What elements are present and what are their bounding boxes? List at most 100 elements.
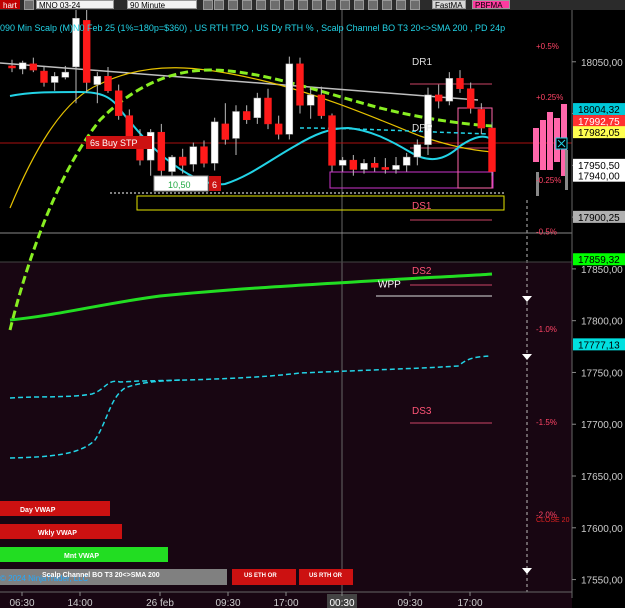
instrument-selector[interactable]: MNQ 03-24 bbox=[36, 0, 114, 9]
weekly-vwap-label: Wkly VWAP bbox=[38, 530, 77, 537]
candle-body bbox=[285, 63, 294, 135]
candle-body bbox=[488, 127, 496, 172]
us-rth-or-label: US RTH OR bbox=[309, 573, 343, 579]
chart-title: 090 Min Scalp (M)N0 Feb 25 (1%=180p=$360… bbox=[0, 23, 505, 33]
time-tick-label: 09:30 bbox=[397, 598, 422, 608]
crosshair-icon[interactable] bbox=[256, 0, 266, 10]
percent-level-label: -1.5% bbox=[536, 418, 557, 427]
price-tick-label: 18050,00 bbox=[581, 58, 623, 69]
candle-body bbox=[8, 65, 16, 69]
candle-body bbox=[296, 63, 304, 106]
candle-body bbox=[274, 123, 283, 135]
indicators-icon[interactable] bbox=[298, 0, 308, 10]
time-tick-label: 14:00 bbox=[67, 598, 92, 608]
candle-body bbox=[370, 163, 379, 168]
candle-body bbox=[61, 71, 70, 78]
price-tick-label: 17750,00 bbox=[581, 368, 623, 379]
percent-level-label: -2.0% bbox=[536, 510, 557, 519]
candle-body bbox=[125, 115, 134, 139]
scalp-channel-label: Scalp Channel BO T3 20<>SMA 200 bbox=[42, 572, 160, 579]
candle-body bbox=[242, 111, 251, 121]
cursor-icon[interactable] bbox=[228, 0, 238, 10]
template-save-icon[interactable] bbox=[410, 0, 420, 10]
price-marker-label: 17900,25 bbox=[578, 213, 620, 224]
candle-body bbox=[114, 90, 123, 116]
candle-body bbox=[445, 78, 454, 102]
price-tick-label: 17650,00 bbox=[581, 472, 623, 483]
instrument-icon[interactable] bbox=[24, 0, 34, 10]
pivot-level-label: WPP bbox=[378, 280, 401, 291]
order-count: 6 bbox=[212, 180, 217, 190]
candle-body bbox=[264, 97, 272, 125]
price-axis[interactable] bbox=[572, 10, 625, 598]
global-crosshair-icon[interactable] bbox=[396, 0, 406, 10]
candle-body bbox=[189, 146, 198, 165]
chart-trader-icon[interactable] bbox=[326, 0, 336, 10]
order-qty: 10,50 bbox=[168, 180, 191, 190]
price-tick-label: 17800,00 bbox=[581, 317, 623, 328]
percent-level-label: +0.25% bbox=[536, 93, 563, 102]
percent-level-label: +0.5% bbox=[536, 42, 559, 51]
candle-body bbox=[381, 167, 390, 170]
price-chart[interactable]: 090 Min Scalp (M)N0 Feb 25 (1%=180p=$360… bbox=[0, 10, 625, 608]
candle-body bbox=[157, 131, 166, 171]
candle-body bbox=[338, 159, 347, 166]
chart-tab[interactable]: hart bbox=[0, 0, 20, 9]
candle-body bbox=[104, 76, 112, 92]
candle-body bbox=[253, 97, 262, 118]
price-marker-label: 18004,32 bbox=[578, 105, 620, 116]
candle-body bbox=[466, 88, 475, 109]
percent-level-label: -0.5% bbox=[536, 228, 557, 237]
properties-icon[interactable] bbox=[270, 0, 280, 10]
time-tick-label: 17:00 bbox=[273, 598, 298, 608]
zoom-out-icon[interactable] bbox=[214, 0, 224, 10]
interval-selector[interactable]: 90 Minute bbox=[127, 0, 197, 9]
share-icon[interactable] bbox=[354, 0, 364, 10]
price-marker-label: 17859,32 bbox=[578, 255, 620, 266]
screenshot-icon[interactable] bbox=[340, 0, 350, 10]
strategies-icon[interactable] bbox=[284, 0, 294, 10]
fastma-button[interactable]: FastMA bbox=[432, 0, 466, 9]
pivot-level-label: DS3 bbox=[412, 406, 432, 417]
price-tick-label: 17850,00 bbox=[581, 265, 623, 276]
candle-body bbox=[349, 159, 358, 170]
candle-body bbox=[18, 62, 27, 70]
candle-body bbox=[210, 121, 219, 164]
candle-body bbox=[200, 146, 208, 164]
time-tick-label: 06:30 bbox=[9, 598, 34, 608]
candle-body bbox=[50, 76, 59, 83]
candle-body bbox=[424, 94, 432, 145]
pivot-level-label: DR1 bbox=[412, 57, 432, 68]
candle-body bbox=[93, 76, 102, 85]
candle-body bbox=[306, 94, 315, 106]
candle-body bbox=[178, 156, 187, 166]
price-marker-label: 17940,00 bbox=[578, 172, 620, 183]
candle-body bbox=[328, 115, 336, 166]
candle-body bbox=[392, 165, 400, 170]
link-icon[interactable] bbox=[382, 0, 392, 10]
candle-body bbox=[221, 123, 230, 140]
day-vwap-label: Day VWAP bbox=[20, 507, 56, 514]
percent-level-label: -0.25% bbox=[536, 176, 561, 185]
time-tick-label: 17:00 bbox=[457, 598, 482, 608]
price-marker-label: 17982,05 bbox=[578, 128, 620, 139]
pbfma-button[interactable]: PBFMA bbox=[472, 0, 510, 9]
percent-level-label: -1.0% bbox=[536, 325, 557, 334]
candle-body bbox=[402, 156, 411, 166]
price-marker-label: 17777,13 bbox=[578, 340, 620, 351]
data-box-icon[interactable] bbox=[368, 0, 378, 10]
zoom-in-icon[interactable] bbox=[203, 0, 213, 10]
templates-icon[interactable] bbox=[312, 0, 322, 10]
candle-body bbox=[40, 70, 48, 83]
monthly-vwap-label: Mnt VWAP bbox=[64, 553, 99, 560]
us-eth-or-label: US ETH OR bbox=[244, 573, 277, 579]
candle-body bbox=[434, 94, 443, 102]
candle-body bbox=[232, 111, 240, 139]
draw-tool-icon[interactable] bbox=[242, 0, 252, 10]
time-tick-label: 09:30 bbox=[215, 598, 240, 608]
candle-body bbox=[168, 156, 176, 172]
pivot-level-label: DS2 bbox=[412, 266, 432, 277]
buy-stop-label: 6s Buy STP bbox=[90, 138, 138, 148]
time-tick-label: 00:30 bbox=[329, 598, 354, 608]
candle-body bbox=[29, 63, 38, 71]
